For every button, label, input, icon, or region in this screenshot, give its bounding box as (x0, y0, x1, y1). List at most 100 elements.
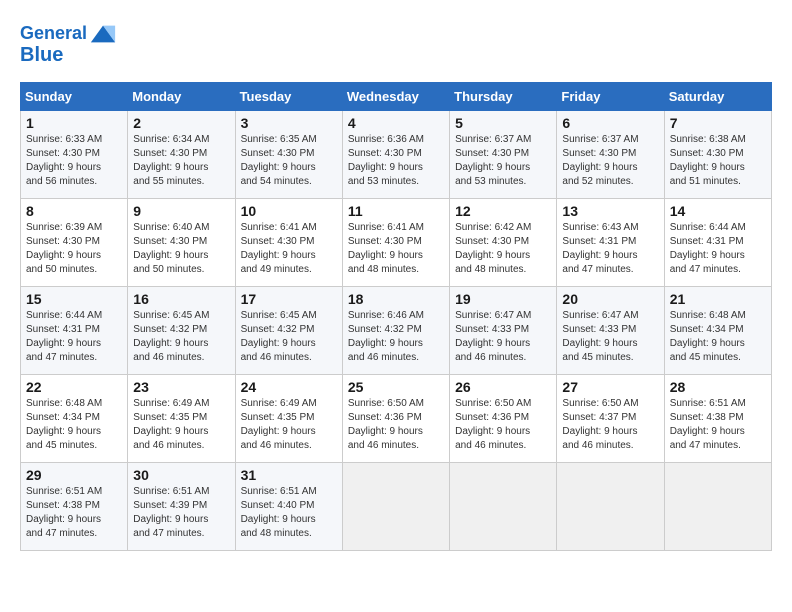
calendar-cell: 19 Sunrise: 6:47 AM Sunset: 4:33 PM Dayl… (450, 287, 557, 375)
logo-icon (89, 20, 117, 48)
day-number: 1 (26, 115, 122, 131)
cell-info: Sunrise: 6:42 AM Sunset: 4:30 PM Dayligh… (455, 221, 551, 277)
day-number: 10 (241, 203, 337, 219)
logo-subtext: Blue (20, 44, 63, 66)
calendar-cell: 8 Sunrise: 6:39 AM Sunset: 4:30 PM Dayli… (21, 199, 128, 287)
calendar-cell: 14 Sunrise: 6:44 AM Sunset: 4:31 PM Dayl… (664, 199, 771, 287)
cell-info: Sunrise: 6:50 AM Sunset: 4:36 PM Dayligh… (455, 397, 551, 453)
calendar-cell: 13 Sunrise: 6:43 AM Sunset: 4:31 PM Dayl… (557, 199, 664, 287)
day-number: 8 (26, 203, 122, 219)
calendar-cell: 23 Sunrise: 6:49 AM Sunset: 4:35 PM Dayl… (128, 375, 235, 463)
cell-info: Sunrise: 6:51 AM Sunset: 4:38 PM Dayligh… (26, 485, 122, 541)
calendar-cell: 26 Sunrise: 6:50 AM Sunset: 4:36 PM Dayl… (450, 375, 557, 463)
cell-info: Sunrise: 6:51 AM Sunset: 4:40 PM Dayligh… (241, 485, 337, 541)
day-number: 16 (133, 291, 229, 307)
calendar-cell: 29 Sunrise: 6:51 AM Sunset: 4:38 PM Dayl… (21, 463, 128, 551)
cell-info: Sunrise: 6:49 AM Sunset: 4:35 PM Dayligh… (241, 397, 337, 453)
calendar-table: SundayMondayTuesdayWednesdayThursdayFrid… (20, 82, 772, 551)
cell-info: Sunrise: 6:47 AM Sunset: 4:33 PM Dayligh… (562, 309, 658, 365)
calendar-cell: 24 Sunrise: 6:49 AM Sunset: 4:35 PM Dayl… (235, 375, 342, 463)
calendar-cell: 9 Sunrise: 6:40 AM Sunset: 4:30 PM Dayli… (128, 199, 235, 287)
day-number: 30 (133, 467, 229, 483)
cell-info: Sunrise: 6:48 AM Sunset: 4:34 PM Dayligh… (26, 397, 122, 453)
cell-info: Sunrise: 6:48 AM Sunset: 4:34 PM Dayligh… (670, 309, 766, 365)
day-number: 27 (562, 379, 658, 395)
cell-info: Sunrise: 6:50 AM Sunset: 4:36 PM Dayligh… (348, 397, 444, 453)
cell-info: Sunrise: 6:41 AM Sunset: 4:30 PM Dayligh… (241, 221, 337, 277)
calendar-week-2: 8 Sunrise: 6:39 AM Sunset: 4:30 PM Dayli… (21, 199, 772, 287)
day-number: 5 (455, 115, 551, 131)
day-number: 2 (133, 115, 229, 131)
day-number: 6 (562, 115, 658, 131)
calendar-cell (342, 463, 449, 551)
calendar-cell: 16 Sunrise: 6:45 AM Sunset: 4:32 PM Dayl… (128, 287, 235, 375)
calendar-cell: 2 Sunrise: 6:34 AM Sunset: 4:30 PM Dayli… (128, 111, 235, 199)
day-number: 17 (241, 291, 337, 307)
cell-info: Sunrise: 6:49 AM Sunset: 4:35 PM Dayligh… (133, 397, 229, 453)
calendar-cell: 28 Sunrise: 6:51 AM Sunset: 4:38 PM Dayl… (664, 375, 771, 463)
day-number: 18 (348, 291, 444, 307)
cell-info: Sunrise: 6:34 AM Sunset: 4:30 PM Dayligh… (133, 133, 229, 189)
calendar-cell: 25 Sunrise: 6:50 AM Sunset: 4:36 PM Dayl… (342, 375, 449, 463)
calendar-cell: 17 Sunrise: 6:45 AM Sunset: 4:32 PM Dayl… (235, 287, 342, 375)
cell-info: Sunrise: 6:45 AM Sunset: 4:32 PM Dayligh… (241, 309, 337, 365)
calendar-cell (664, 463, 771, 551)
calendar-cell: 6 Sunrise: 6:37 AM Sunset: 4:30 PM Dayli… (557, 111, 664, 199)
cell-info: Sunrise: 6:44 AM Sunset: 4:31 PM Dayligh… (670, 221, 766, 277)
day-number: 7 (670, 115, 766, 131)
calendar-cell: 1 Sunrise: 6:33 AM Sunset: 4:30 PM Dayli… (21, 111, 128, 199)
calendar-cell: 3 Sunrise: 6:35 AM Sunset: 4:30 PM Dayli… (235, 111, 342, 199)
day-number: 13 (562, 203, 658, 219)
calendar-cell: 22 Sunrise: 6:48 AM Sunset: 4:34 PM Dayl… (21, 375, 128, 463)
logo: General Blue (20, 20, 117, 66)
day-number: 26 (455, 379, 551, 395)
calendar-week-1: 1 Sunrise: 6:33 AM Sunset: 4:30 PM Dayli… (21, 111, 772, 199)
cell-info: Sunrise: 6:46 AM Sunset: 4:32 PM Dayligh… (348, 309, 444, 365)
day-number: 21 (670, 291, 766, 307)
day-number: 25 (348, 379, 444, 395)
day-number: 4 (348, 115, 444, 131)
header-monday: Monday (128, 83, 235, 111)
cell-info: Sunrise: 6:44 AM Sunset: 4:31 PM Dayligh… (26, 309, 122, 365)
day-number: 24 (241, 379, 337, 395)
cell-info: Sunrise: 6:37 AM Sunset: 4:30 PM Dayligh… (562, 133, 658, 189)
calendar-cell: 10 Sunrise: 6:41 AM Sunset: 4:30 PM Dayl… (235, 199, 342, 287)
calendar-cell (557, 463, 664, 551)
cell-info: Sunrise: 6:43 AM Sunset: 4:31 PM Dayligh… (562, 221, 658, 277)
calendar-week-5: 29 Sunrise: 6:51 AM Sunset: 4:38 PM Dayl… (21, 463, 772, 551)
day-number: 9 (133, 203, 229, 219)
cell-info: Sunrise: 6:51 AM Sunset: 4:39 PM Dayligh… (133, 485, 229, 541)
calendar-cell: 27 Sunrise: 6:50 AM Sunset: 4:37 PM Dayl… (557, 375, 664, 463)
day-number: 12 (455, 203, 551, 219)
day-number: 19 (455, 291, 551, 307)
cell-info: Sunrise: 6:41 AM Sunset: 4:30 PM Dayligh… (348, 221, 444, 277)
calendar-cell: 31 Sunrise: 6:51 AM Sunset: 4:40 PM Dayl… (235, 463, 342, 551)
calendar-cell: 7 Sunrise: 6:38 AM Sunset: 4:30 PM Dayli… (664, 111, 771, 199)
calendar-cell: 11 Sunrise: 6:41 AM Sunset: 4:30 PM Dayl… (342, 199, 449, 287)
cell-info: Sunrise: 6:45 AM Sunset: 4:32 PM Dayligh… (133, 309, 229, 365)
day-number: 14 (670, 203, 766, 219)
header-saturday: Saturday (664, 83, 771, 111)
header-sunday: Sunday (21, 83, 128, 111)
cell-info: Sunrise: 6:35 AM Sunset: 4:30 PM Dayligh… (241, 133, 337, 189)
logo-text: General (20, 24, 87, 44)
calendar-week-3: 15 Sunrise: 6:44 AM Sunset: 4:31 PM Dayl… (21, 287, 772, 375)
header-wednesday: Wednesday (342, 83, 449, 111)
calendar-cell (450, 463, 557, 551)
day-number: 31 (241, 467, 337, 483)
cell-info: Sunrise: 6:39 AM Sunset: 4:30 PM Dayligh… (26, 221, 122, 277)
header-friday: Friday (557, 83, 664, 111)
day-number: 23 (133, 379, 229, 395)
day-number: 11 (348, 203, 444, 219)
calendar-cell: 21 Sunrise: 6:48 AM Sunset: 4:34 PM Dayl… (664, 287, 771, 375)
page-header: General Blue (20, 20, 772, 66)
calendar-cell: 5 Sunrise: 6:37 AM Sunset: 4:30 PM Dayli… (450, 111, 557, 199)
header-thursday: Thursday (450, 83, 557, 111)
cell-info: Sunrise: 6:37 AM Sunset: 4:30 PM Dayligh… (455, 133, 551, 189)
cell-info: Sunrise: 6:51 AM Sunset: 4:38 PM Dayligh… (670, 397, 766, 453)
day-number: 28 (670, 379, 766, 395)
cell-info: Sunrise: 6:50 AM Sunset: 4:37 PM Dayligh… (562, 397, 658, 453)
day-number: 22 (26, 379, 122, 395)
day-number: 15 (26, 291, 122, 307)
calendar-cell: 30 Sunrise: 6:51 AM Sunset: 4:39 PM Dayl… (128, 463, 235, 551)
